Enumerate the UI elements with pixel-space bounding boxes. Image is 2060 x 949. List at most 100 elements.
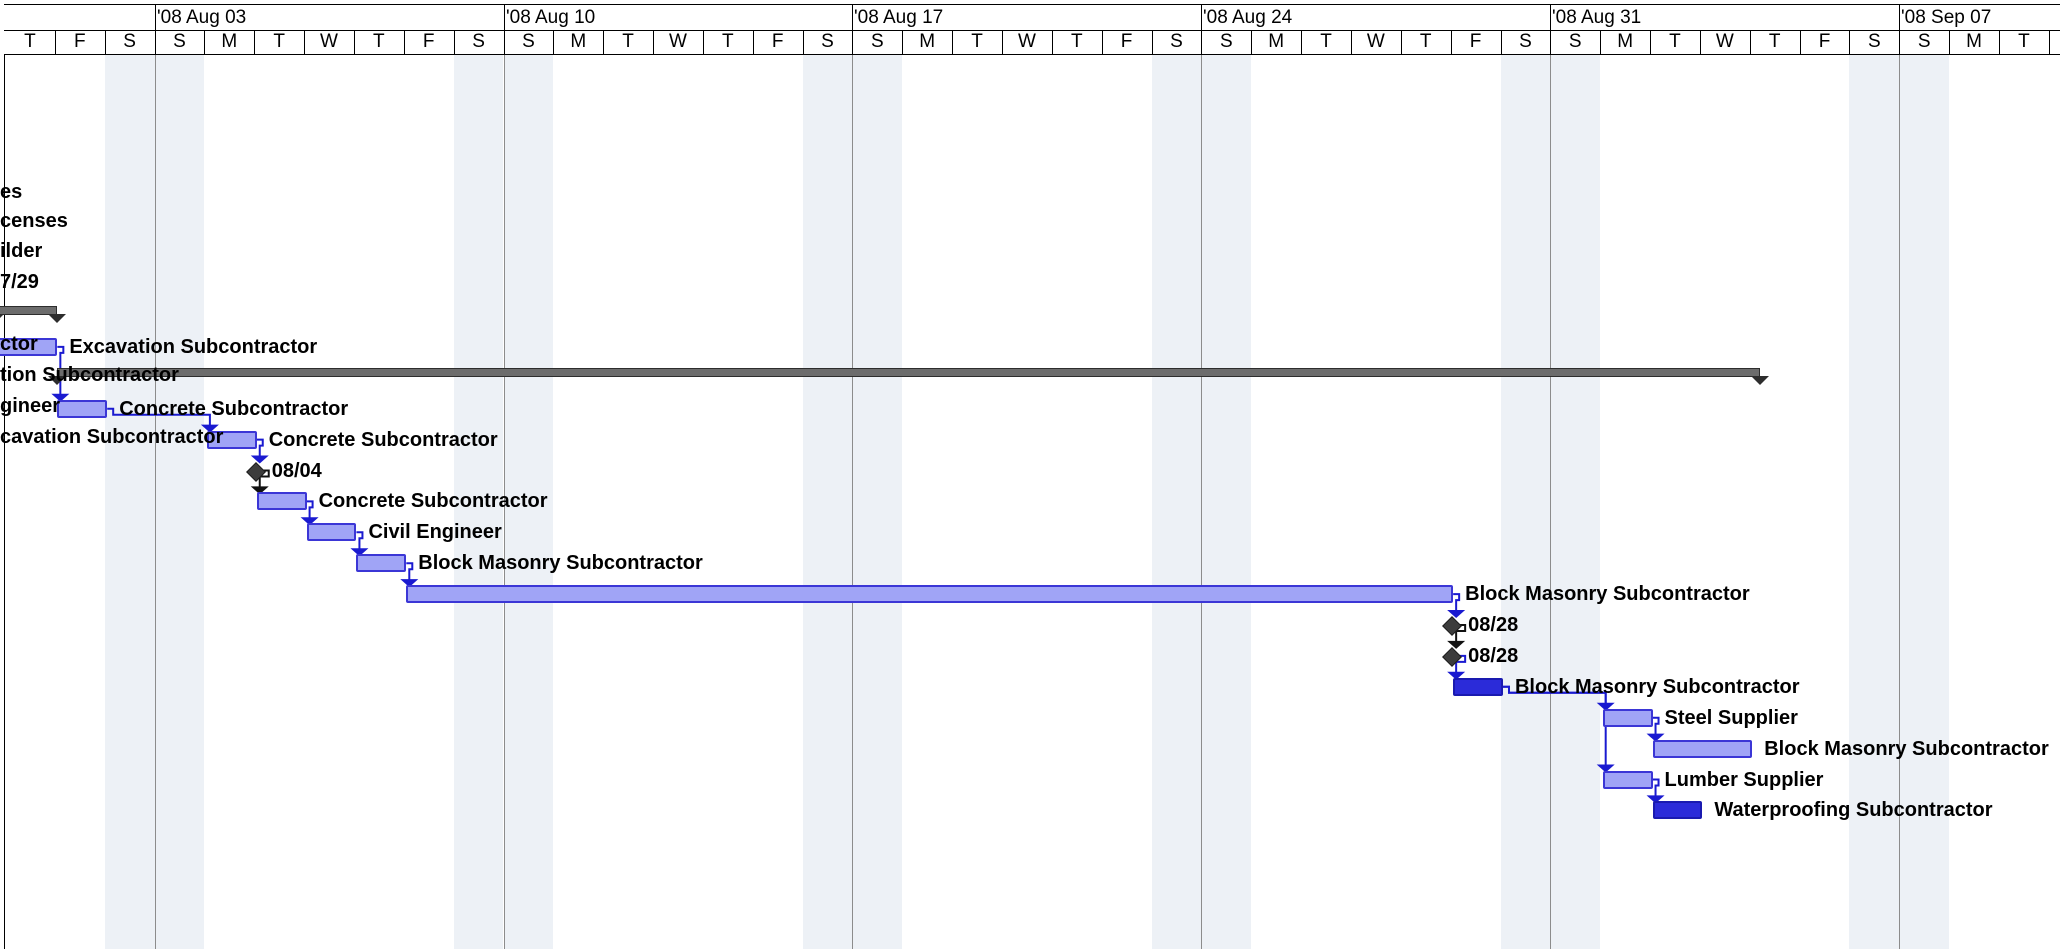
day-header-separator	[304, 30, 305, 54]
day-header-separator	[1600, 30, 1601, 54]
day-header-separator	[454, 30, 455, 54]
day-header-separator	[1899, 30, 1900, 54]
day-header-separator	[504, 30, 505, 54]
day-label: T	[1768, 31, 1781, 52]
timescale-header: '08 Aug 03 '08 Aug 10 '08 Aug 17 '08 Aug 24…	[0, 0, 2060, 55]
day-label: S	[1568, 31, 1582, 52]
task-bar[interactable]	[1652, 739, 1753, 758]
clipped-label: ctor	[0, 333, 38, 355]
summary-end-cap	[0, 314, 5, 323]
day-label: W	[669, 31, 687, 52]
day-label: T	[1320, 31, 1332, 52]
task-resource-label: Concrete Subcontractor	[119, 397, 349, 420]
day-header-separator	[1849, 30, 1850, 54]
task-bar[interactable]	[406, 585, 1454, 604]
week-separator	[1201, 54, 1202, 949]
milestone-diamond[interactable]	[1442, 616, 1463, 636]
day-label: F	[771, 31, 784, 52]
day-header-separator	[952, 30, 953, 54]
day-label: M	[1268, 31, 1285, 52]
header-mid-line	[4, 30, 2060, 31]
day-header-separator	[603, 30, 604, 54]
task-bar[interactable]	[356, 554, 407, 573]
day-label: F	[422, 31, 435, 52]
day-label: W	[1366, 31, 1385, 52]
day-header-separator	[852, 30, 853, 54]
weekend-column	[802, 54, 853, 949]
day-header-separator	[902, 30, 903, 54]
day-header-separator	[1251, 30, 1252, 54]
week-label: '08 Aug 10	[506, 7, 596, 28]
week-label: '08 Aug 03	[157, 7, 247, 28]
day-label: M	[221, 31, 238, 52]
day-label: W	[1017, 31, 1036, 52]
day-header-separator	[1152, 30, 1153, 54]
day-label: S	[821, 31, 834, 52]
weekend-column	[852, 54, 903, 949]
day-header-separator	[653, 30, 654, 54]
clipped-label: gineer	[0, 395, 61, 417]
week-separator	[852, 54, 853, 949]
critical-task-bar[interactable]	[1652, 801, 1703, 820]
day-label: F	[1818, 31, 1831, 52]
task-bar[interactable]	[306, 523, 357, 542]
milestone-diamond[interactable]	[1442, 646, 1463, 667]
day-header-separator	[2049, 30, 2050, 54]
task-resource-label: Steel Supplier	[1664, 706, 1798, 729]
day-label: F	[1469, 31, 1482, 52]
day-label: S	[1170, 31, 1183, 52]
day-header-separator	[55, 30, 56, 54]
day-label: S	[123, 31, 136, 52]
day-label: S	[472, 31, 485, 52]
day-label: T	[722, 31, 734, 52]
clipped-label: censes	[0, 210, 68, 232]
dependency-link	[1652, 778, 1660, 797]
day-header-separator	[1052, 30, 1053, 54]
day-label: S	[1519, 31, 1532, 52]
task-bar[interactable]	[256, 492, 307, 511]
chart-left-edge	[4, 0, 5, 949]
day-label: T	[273, 31, 285, 52]
dependency-link	[306, 500, 314, 519]
clipped-label: cavation Subcontractor	[0, 426, 224, 448]
milestone-label: 08/28	[1468, 644, 1519, 667]
dependency-link	[1453, 593, 1461, 611]
task-resource-label: Excavation Subcontractor	[69, 335, 318, 358]
weekend-column	[1201, 54, 1252, 949]
dependency-link	[406, 562, 414, 581]
day-header-separator	[753, 30, 754, 54]
day-label: M	[1617, 31, 1634, 52]
day-header-separator	[1002, 30, 1003, 54]
critical-task-bar[interactable]	[1453, 677, 1503, 696]
milestone-label: 08/04	[271, 459, 322, 482]
day-header-separator	[803, 30, 804, 54]
task-resource-label: Block Masonry Subcontractor	[418, 552, 703, 575]
week-separator	[1550, 54, 1551, 949]
day-header-separator	[404, 30, 405, 54]
task-bar[interactable]	[57, 399, 108, 418]
day-header-separator	[1650, 30, 1651, 54]
weekend-column	[1151, 54, 1202, 949]
milestone-diamond[interactable]	[245, 461, 266, 482]
task-bar[interactable]	[1602, 770, 1653, 789]
day-label: T	[24, 31, 36, 52]
week-header-separator	[1899, 4, 1900, 30]
week-label: '08 Aug 31	[1552, 7, 1642, 28]
dependency-link	[256, 438, 264, 457]
day-header-separator	[553, 30, 554, 54]
week-header-separator	[1201, 4, 1202, 30]
week-header-separator	[504, 4, 505, 30]
task-resource-label: Waterproofing Subcontractor	[1714, 799, 1993, 822]
day-header-separator	[1501, 30, 1502, 54]
clipped-label: ilder	[0, 240, 43, 262]
day-header-separator	[703, 30, 704, 54]
day-header-separator	[204, 30, 205, 54]
task-bar[interactable]	[1602, 708, 1653, 727]
day-label: W	[320, 31, 338, 52]
day-label: S	[1219, 31, 1233, 52]
day-header-separator	[155, 30, 156, 54]
day-header-separator	[1949, 30, 1950, 54]
day-label: T	[1070, 31, 1083, 52]
week-header-separator	[852, 4, 853, 30]
summary-bar[interactable]	[57, 367, 1760, 377]
